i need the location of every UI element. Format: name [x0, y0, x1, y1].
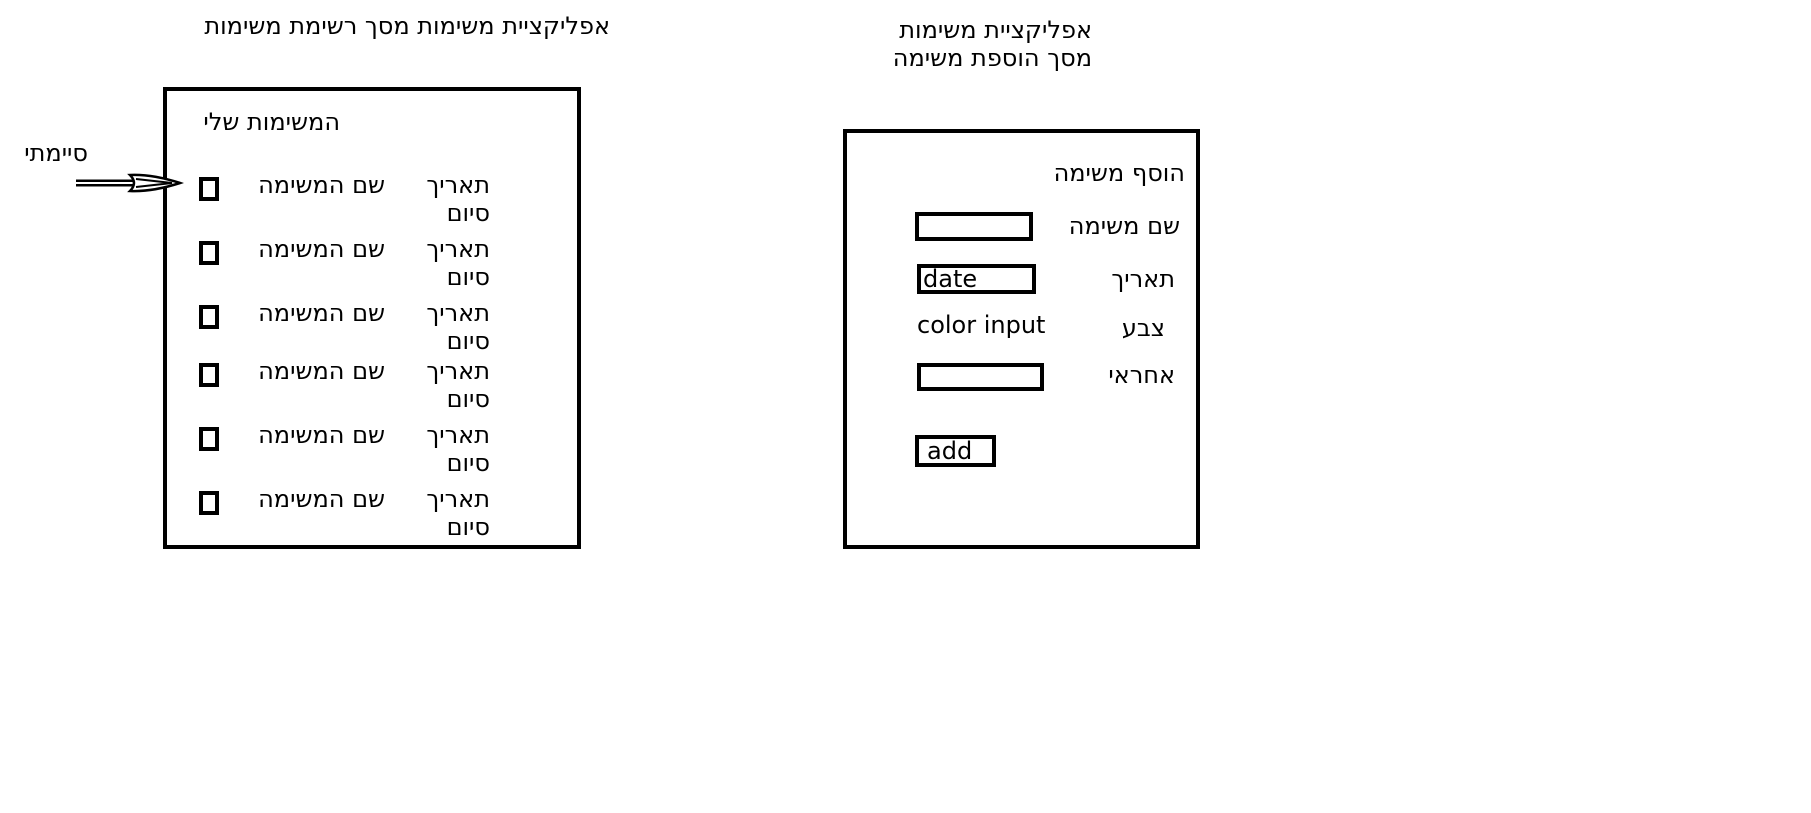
arrow-icon	[76, 173, 184, 193]
task-row: שם המשימה תאריך סיום	[195, 171, 505, 227]
task-name: שם המשימה	[258, 235, 385, 263]
task-name: שם המשימה	[258, 485, 385, 513]
task-due-date: תאריך סיום	[426, 235, 490, 291]
done-checkbox[interactable]	[199, 427, 219, 451]
done-checkbox[interactable]	[199, 491, 219, 515]
done-annotation-label: סיימתי	[24, 139, 88, 167]
task-due-date: תאריך סיום	[426, 357, 490, 413]
task-row: שם המשימה תאריך סיום	[195, 235, 505, 291]
task-row: שם המשימה תאריך סיום	[195, 299, 505, 355]
task-name: שם המשימה	[258, 171, 385, 199]
add-button[interactable]: add	[915, 435, 996, 467]
task-name-input[interactable]	[915, 212, 1033, 241]
done-checkbox[interactable]	[199, 177, 219, 201]
done-checkbox[interactable]	[199, 241, 219, 265]
list-title: המשימות שלי	[203, 108, 340, 136]
task-row: שם המשימה תאריך סיום	[195, 357, 505, 413]
color-label: צבע	[1121, 314, 1165, 342]
date-label: תאריך	[1111, 265, 1175, 293]
task-due-date: תאריך סיום	[426, 421, 490, 477]
task-row: שם המשימה תאריך סיום	[195, 421, 505, 477]
done-checkbox[interactable]	[199, 363, 219, 387]
task-name: שם המשימה	[258, 299, 385, 327]
task-due-date: תאריך סיום	[426, 171, 490, 227]
form-caption-line2: מסך הוספת משימה	[892, 44, 1092, 72]
task-name: שם המשימה	[258, 421, 385, 449]
done-checkbox[interactable]	[199, 305, 219, 329]
form-caption-line1: אפליקציית משימות	[899, 16, 1092, 44]
owner-label: אחראי	[1108, 361, 1175, 389]
form-screen-caption: אפליקציית משימות מסך הוספת משימה	[880, 16, 1092, 72]
task-due-date: תאריך סיום	[426, 299, 490, 355]
task-row: שם המשימה תאריך סיום	[195, 485, 505, 541]
task-due-date: תאריך סיום	[426, 485, 490, 541]
color-input[interactable]: color input	[917, 311, 1045, 339]
form-title: הוסף משימה	[1053, 159, 1185, 187]
owner-input[interactable]	[917, 363, 1044, 391]
list-screen-caption: אפליקציית משימות מסך רשימת משימות	[204, 12, 610, 40]
task-name-label: שם משימה	[1068, 212, 1180, 240]
task-name: שם המשימה	[258, 357, 385, 385]
date-input[interactable]: date input	[917, 264, 1036, 294]
